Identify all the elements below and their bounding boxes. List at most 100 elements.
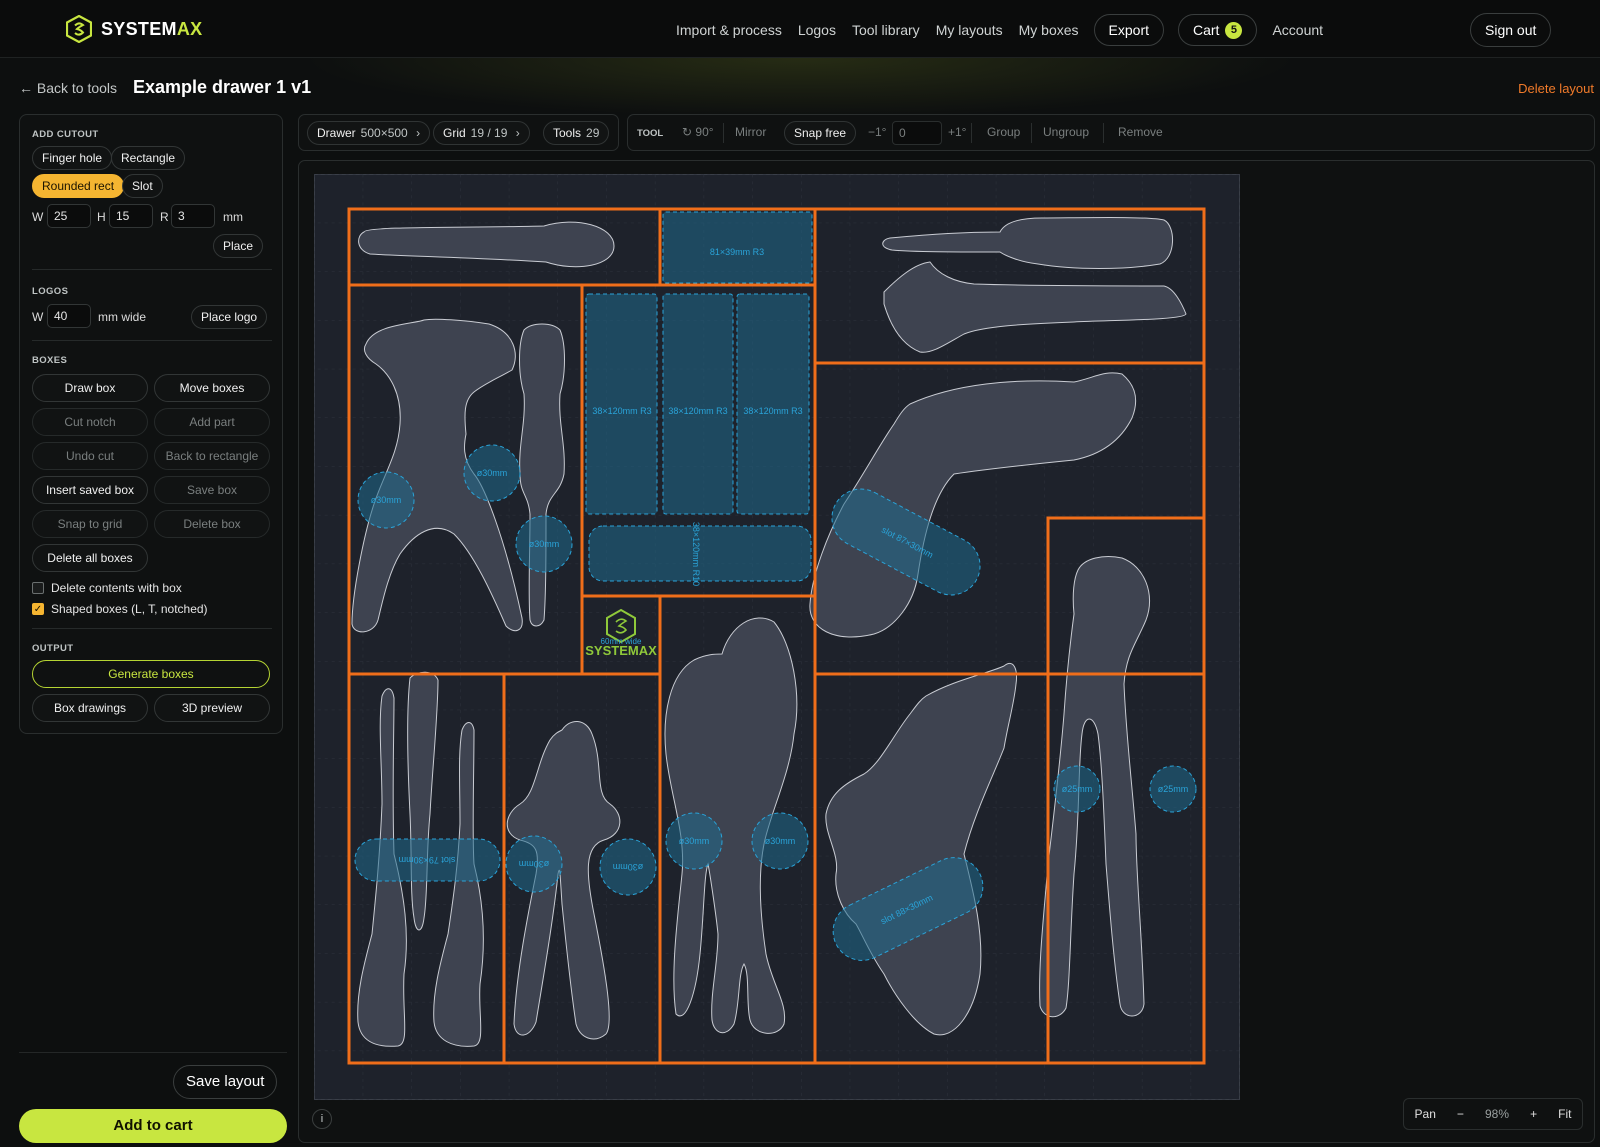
snap-free-toggle[interactable]: Snap free: [784, 121, 857, 145]
page-title: Example drawer 1 v1: [133, 77, 312, 97]
cutout-height-field[interactable]: 15: [109, 204, 153, 228]
drawer-size-dropdown[interactable]: Drawer 500×500 ›: [307, 121, 431, 145]
add-cutout-heading: ADD CUTOUT: [32, 129, 99, 140]
add-to-cart-button[interactable]: Add to cart: [19, 1109, 287, 1143]
group-button[interactable]: Group: [987, 125, 1020, 139]
nav-my-boxes[interactable]: My boxes: [1011, 15, 1087, 45]
export-label: Export: [1108, 22, 1149, 38]
logo-text: SYSTEMAX: [585, 643, 657, 658]
top-nav-bar: SYSTEMAX Import & process Logos Tool lib…: [0, 0, 1600, 58]
label-rect-3: 38×120mm R3: [743, 406, 802, 416]
draw-box-button[interactable]: Draw box: [32, 374, 148, 402]
zoom-in-button[interactable]: +: [1530, 1107, 1537, 1121]
move-boxes-button[interactable]: Move boxes: [154, 374, 270, 402]
nav-tool-library[interactable]: Tool library: [844, 15, 928, 45]
cart-label: Cart: [1193, 22, 1220, 38]
tool-label: TOOL: [637, 128, 664, 139]
label-hole-pliers-2: ø30mm: [613, 862, 644, 872]
delete-all-boxes-button[interactable]: Delete all boxes: [32, 544, 148, 572]
brand-name: SYSTEMAX: [101, 18, 203, 39]
info-button[interactable]: i: [312, 1109, 332, 1129]
main-nav: Import & process Logos Tool library My l…: [668, 14, 1331, 46]
delete-contents-label: Delete contents with box: [51, 581, 182, 595]
separator: [1031, 123, 1032, 143]
back-to-tools-link[interactable]: ← Back to tools: [19, 80, 117, 96]
label-hole-long-2: ø30mm: [765, 836, 796, 846]
label-hole-b: ø30mm: [477, 468, 508, 478]
cart-button[interactable]: Cart 5: [1178, 14, 1258, 46]
left-sidebar: ADD CUTOUT Finger hole Rectangle Rounded…: [19, 114, 283, 734]
shape-rectangle[interactable]: Rectangle: [111, 146, 186, 170]
radius-label: R: [160, 210, 169, 224]
label-hole-right-2: ø25mm: [1158, 784, 1189, 794]
label-hole-c: ø30mm: [529, 539, 560, 549]
ungroup-button[interactable]: Ungroup: [1043, 125, 1089, 139]
angle-input[interactable]: 0: [892, 121, 942, 145]
back-to-rectangle-button[interactable]: Back to rectangle: [154, 442, 270, 470]
tool-actions-group: TOOL ↻ 90° Mirror Snap free −1° 0 +1° Gr…: [627, 114, 1595, 151]
drawer-canvas[interactable]: 81×39mm R3 38×120mm R3 38×120mm R3 38×12…: [314, 174, 1240, 1100]
zoom-level: 98%: [1484, 1107, 1510, 1121]
header-glow: [300, 58, 1300, 118]
shaped-boxes-checkbox[interactable]: ✓ Shaped boxes (L, T, notched): [32, 602, 208, 616]
label-hole-right-1: ø25mm: [1062, 784, 1093, 794]
shape-finger-hole[interactable]: Finger hole: [32, 146, 113, 170]
zoom-out-button[interactable]: −: [1457, 1107, 1464, 1121]
grid-dropdown[interactable]: Grid 19 / 19 ›: [433, 121, 530, 145]
label-hole-pliers-1: ø30mm: [519, 859, 550, 869]
generate-boxes-button[interactable]: Generate boxes: [32, 660, 270, 688]
cutout-rect-1[interactable]: [585, 293, 658, 515]
save-box-button[interactable]: Save box: [154, 476, 270, 504]
cutout-width-field[interactable]: 25: [47, 204, 91, 228]
box-drawings-button[interactable]: Box drawings: [32, 694, 148, 722]
output-heading: OUTPUT: [32, 643, 74, 654]
label-slot-screwdrivers: slot 79×30mm: [399, 855, 456, 865]
cutout-rect-2[interactable]: [662, 293, 734, 515]
save-layout-button[interactable]: Save layout: [173, 1065, 278, 1099]
nav-account[interactable]: Account: [1264, 15, 1331, 45]
insert-saved-box-button[interactable]: Insert saved box: [32, 476, 148, 504]
divider: [32, 269, 272, 270]
brand-logo[interactable]: SYSTEMAX: [66, 15, 202, 43]
nav-import-process[interactable]: Import & process: [668, 15, 790, 45]
undo-cut-button[interactable]: Undo cut: [32, 442, 148, 470]
systemax-logo-icon: [66, 15, 92, 43]
shaped-boxes-label: Shaped boxes (L, T, notched): [51, 602, 208, 616]
nav-logos[interactable]: Logos: [790, 15, 844, 45]
rotate-90-button[interactable]: ↻ 90°: [682, 125, 714, 139]
cart-count-badge: 5: [1225, 21, 1243, 39]
delete-contents-checkbox[interactable]: Delete contents with box: [32, 581, 182, 595]
sign-out-button[interactable]: Sign out: [1470, 13, 1552, 47]
3d-preview-button[interactable]: 3D preview: [154, 694, 270, 722]
label-rect-2: 38×120mm R3: [668, 406, 727, 416]
place-logo-button[interactable]: Place logo: [191, 305, 268, 329]
pan-button[interactable]: Pan: [1415, 1107, 1436, 1121]
unit-label: mm: [223, 210, 243, 224]
tools-count-chip[interactable]: Tools 29: [543, 121, 610, 145]
height-label: H: [97, 210, 106, 224]
divider: [32, 340, 272, 341]
logos-heading: LOGOS: [32, 286, 69, 297]
fit-button[interactable]: Fit: [1558, 1107, 1571, 1121]
snap-to-grid-button[interactable]: Snap to grid: [32, 510, 148, 538]
delete-layout-link[interactable]: Delete layout: [1518, 81, 1594, 96]
export-button[interactable]: Export: [1093, 14, 1164, 46]
rotate-minus-1-button[interactable]: −1°: [868, 125, 886, 139]
delete-box-button[interactable]: Delete box: [154, 510, 270, 538]
nav-my-layouts[interactable]: My layouts: [928, 15, 1011, 45]
logo-width-field[interactable]: 40: [47, 304, 91, 328]
logo-width-label: W: [32, 310, 44, 324]
shape-rounded-rect[interactable]: Rounded rect: [32, 174, 125, 198]
remove-button[interactable]: Remove: [1118, 125, 1163, 139]
cutout-radius-field[interactable]: 3: [171, 204, 215, 228]
cut-notch-button[interactable]: Cut notch: [32, 408, 148, 436]
rotate-plus-1-button[interactable]: +1°: [948, 125, 966, 139]
add-part-button[interactable]: Add part: [154, 408, 270, 436]
cutout-rect-3[interactable]: [736, 293, 810, 515]
logo-unit-label: mm wide: [98, 310, 147, 324]
shape-slot[interactable]: Slot: [122, 174, 163, 198]
mirror-button[interactable]: Mirror: [735, 125, 766, 139]
label-rect-horizontal: 38×120mm R10: [691, 522, 701, 586]
place-cutout-button[interactable]: Place: [213, 234, 264, 258]
checkbox-unchecked-icon: [32, 582, 44, 594]
